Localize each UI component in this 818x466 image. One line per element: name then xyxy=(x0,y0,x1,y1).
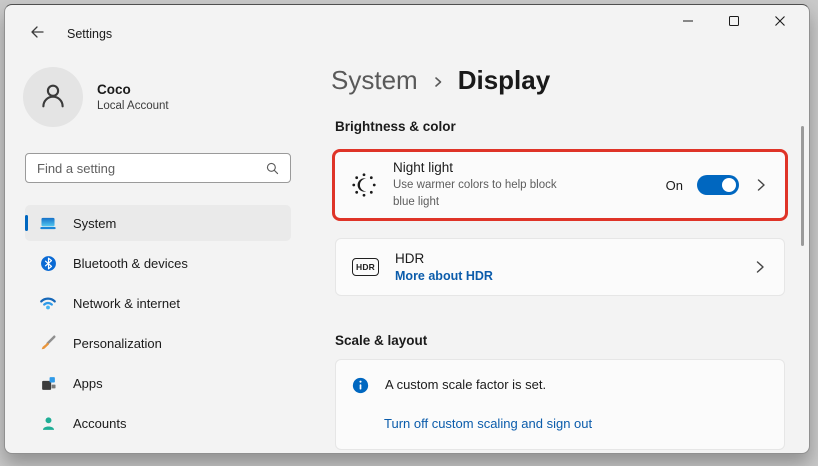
sidebar-item-label: Accounts xyxy=(73,415,127,431)
sidebar-item-bluetooth-devices[interactable]: Bluetooth & devices xyxy=(25,245,291,281)
titlebar: Settings xyxy=(5,5,809,53)
back-button[interactable] xyxy=(23,21,51,47)
system-icon xyxy=(39,214,57,232)
sidebar-item-network-internet[interactable]: Network & internet xyxy=(25,285,291,321)
accounts-icon xyxy=(39,414,57,432)
toggle-knob xyxy=(722,178,736,192)
minimize-button[interactable] xyxy=(665,5,711,41)
search-input[interactable] xyxy=(26,160,265,176)
sidebar-item-personalization[interactable]: Personalization xyxy=(25,325,291,361)
chevron-right-icon xyxy=(432,76,444,88)
search-box xyxy=(25,153,291,183)
night-light-description-line2: blue light xyxy=(393,195,440,208)
sidebar-item-label: System xyxy=(73,215,117,231)
sidebar-item-system[interactable]: System xyxy=(25,205,291,241)
vertical-scrollbar[interactable] xyxy=(801,126,804,246)
hdr-setting-card[interactable]: HDR HDR More about HDR xyxy=(335,238,785,296)
back-arrow-icon xyxy=(29,24,45,45)
turn-off-custom-scaling-link[interactable]: Turn off custom scaling and sign out xyxy=(384,416,592,431)
sidebar-item-label: Personalization xyxy=(73,335,162,351)
sidebar-item-apps[interactable]: Apps xyxy=(25,365,291,401)
window-title: Settings xyxy=(67,27,113,41)
section-scale-layout: Scale & layout xyxy=(335,333,428,348)
bluetooth-icon xyxy=(39,254,57,272)
paintbrush-icon xyxy=(39,334,57,352)
info-icon xyxy=(352,377,369,394)
wifi-icon xyxy=(39,294,57,312)
custom-scale-notice-card: A custom scale factor is set. Turn off c… xyxy=(335,359,785,450)
search-icon xyxy=(265,161,280,176)
user-account-type: Local Account xyxy=(97,100,169,112)
night-light-toggle[interactable] xyxy=(697,175,739,195)
maximize-button[interactable] xyxy=(711,5,757,41)
avatar xyxy=(23,67,83,127)
minimize-icon xyxy=(681,14,695,33)
sidebar-item-label: Network & internet xyxy=(73,295,180,311)
settings-window: Settings Coco Local Account Find a setti… xyxy=(4,4,810,454)
sidebar-nav: System Bluetooth & devices Network & int… xyxy=(25,205,291,445)
chevron-right-icon xyxy=(752,259,768,275)
page-title: Display xyxy=(457,65,551,95)
scale-notice-message: A custom scale factor is set. xyxy=(385,377,547,392)
apps-icon xyxy=(39,374,57,392)
night-light-description-line1: Use warmer colors to help block xyxy=(393,178,557,191)
night-light-icon xyxy=(351,172,377,198)
night-light-toggle-state: On xyxy=(665,177,683,193)
close-icon xyxy=(773,14,787,33)
section-brightness-color: Brightness & color xyxy=(335,119,456,134)
night-light-setting-card[interactable]: Night light Use warmer colors to help bl… xyxy=(332,149,788,221)
hdr-icon: HDR xyxy=(352,258,380,276)
more-about-hdr-link[interactable]: More about HDR xyxy=(395,269,493,283)
user-name: Coco xyxy=(97,82,131,97)
breadcrumb: System Display xyxy=(331,65,550,96)
user-account-chip[interactable]: Coco Local Account xyxy=(23,65,303,129)
sidebar-item-label: Apps xyxy=(73,375,103,391)
person-icon xyxy=(36,78,70,117)
sidebar-item-accounts[interactable]: Accounts xyxy=(25,405,291,441)
hdr-title: HDR xyxy=(395,251,425,266)
maximize-icon xyxy=(727,14,741,33)
chevron-right-icon xyxy=(753,177,769,193)
breadcrumb-system[interactable]: System xyxy=(331,65,418,96)
sidebar-item-label: Bluetooth & devices xyxy=(73,255,188,271)
close-button[interactable] xyxy=(757,5,803,41)
night-light-title: Night light xyxy=(393,159,454,175)
